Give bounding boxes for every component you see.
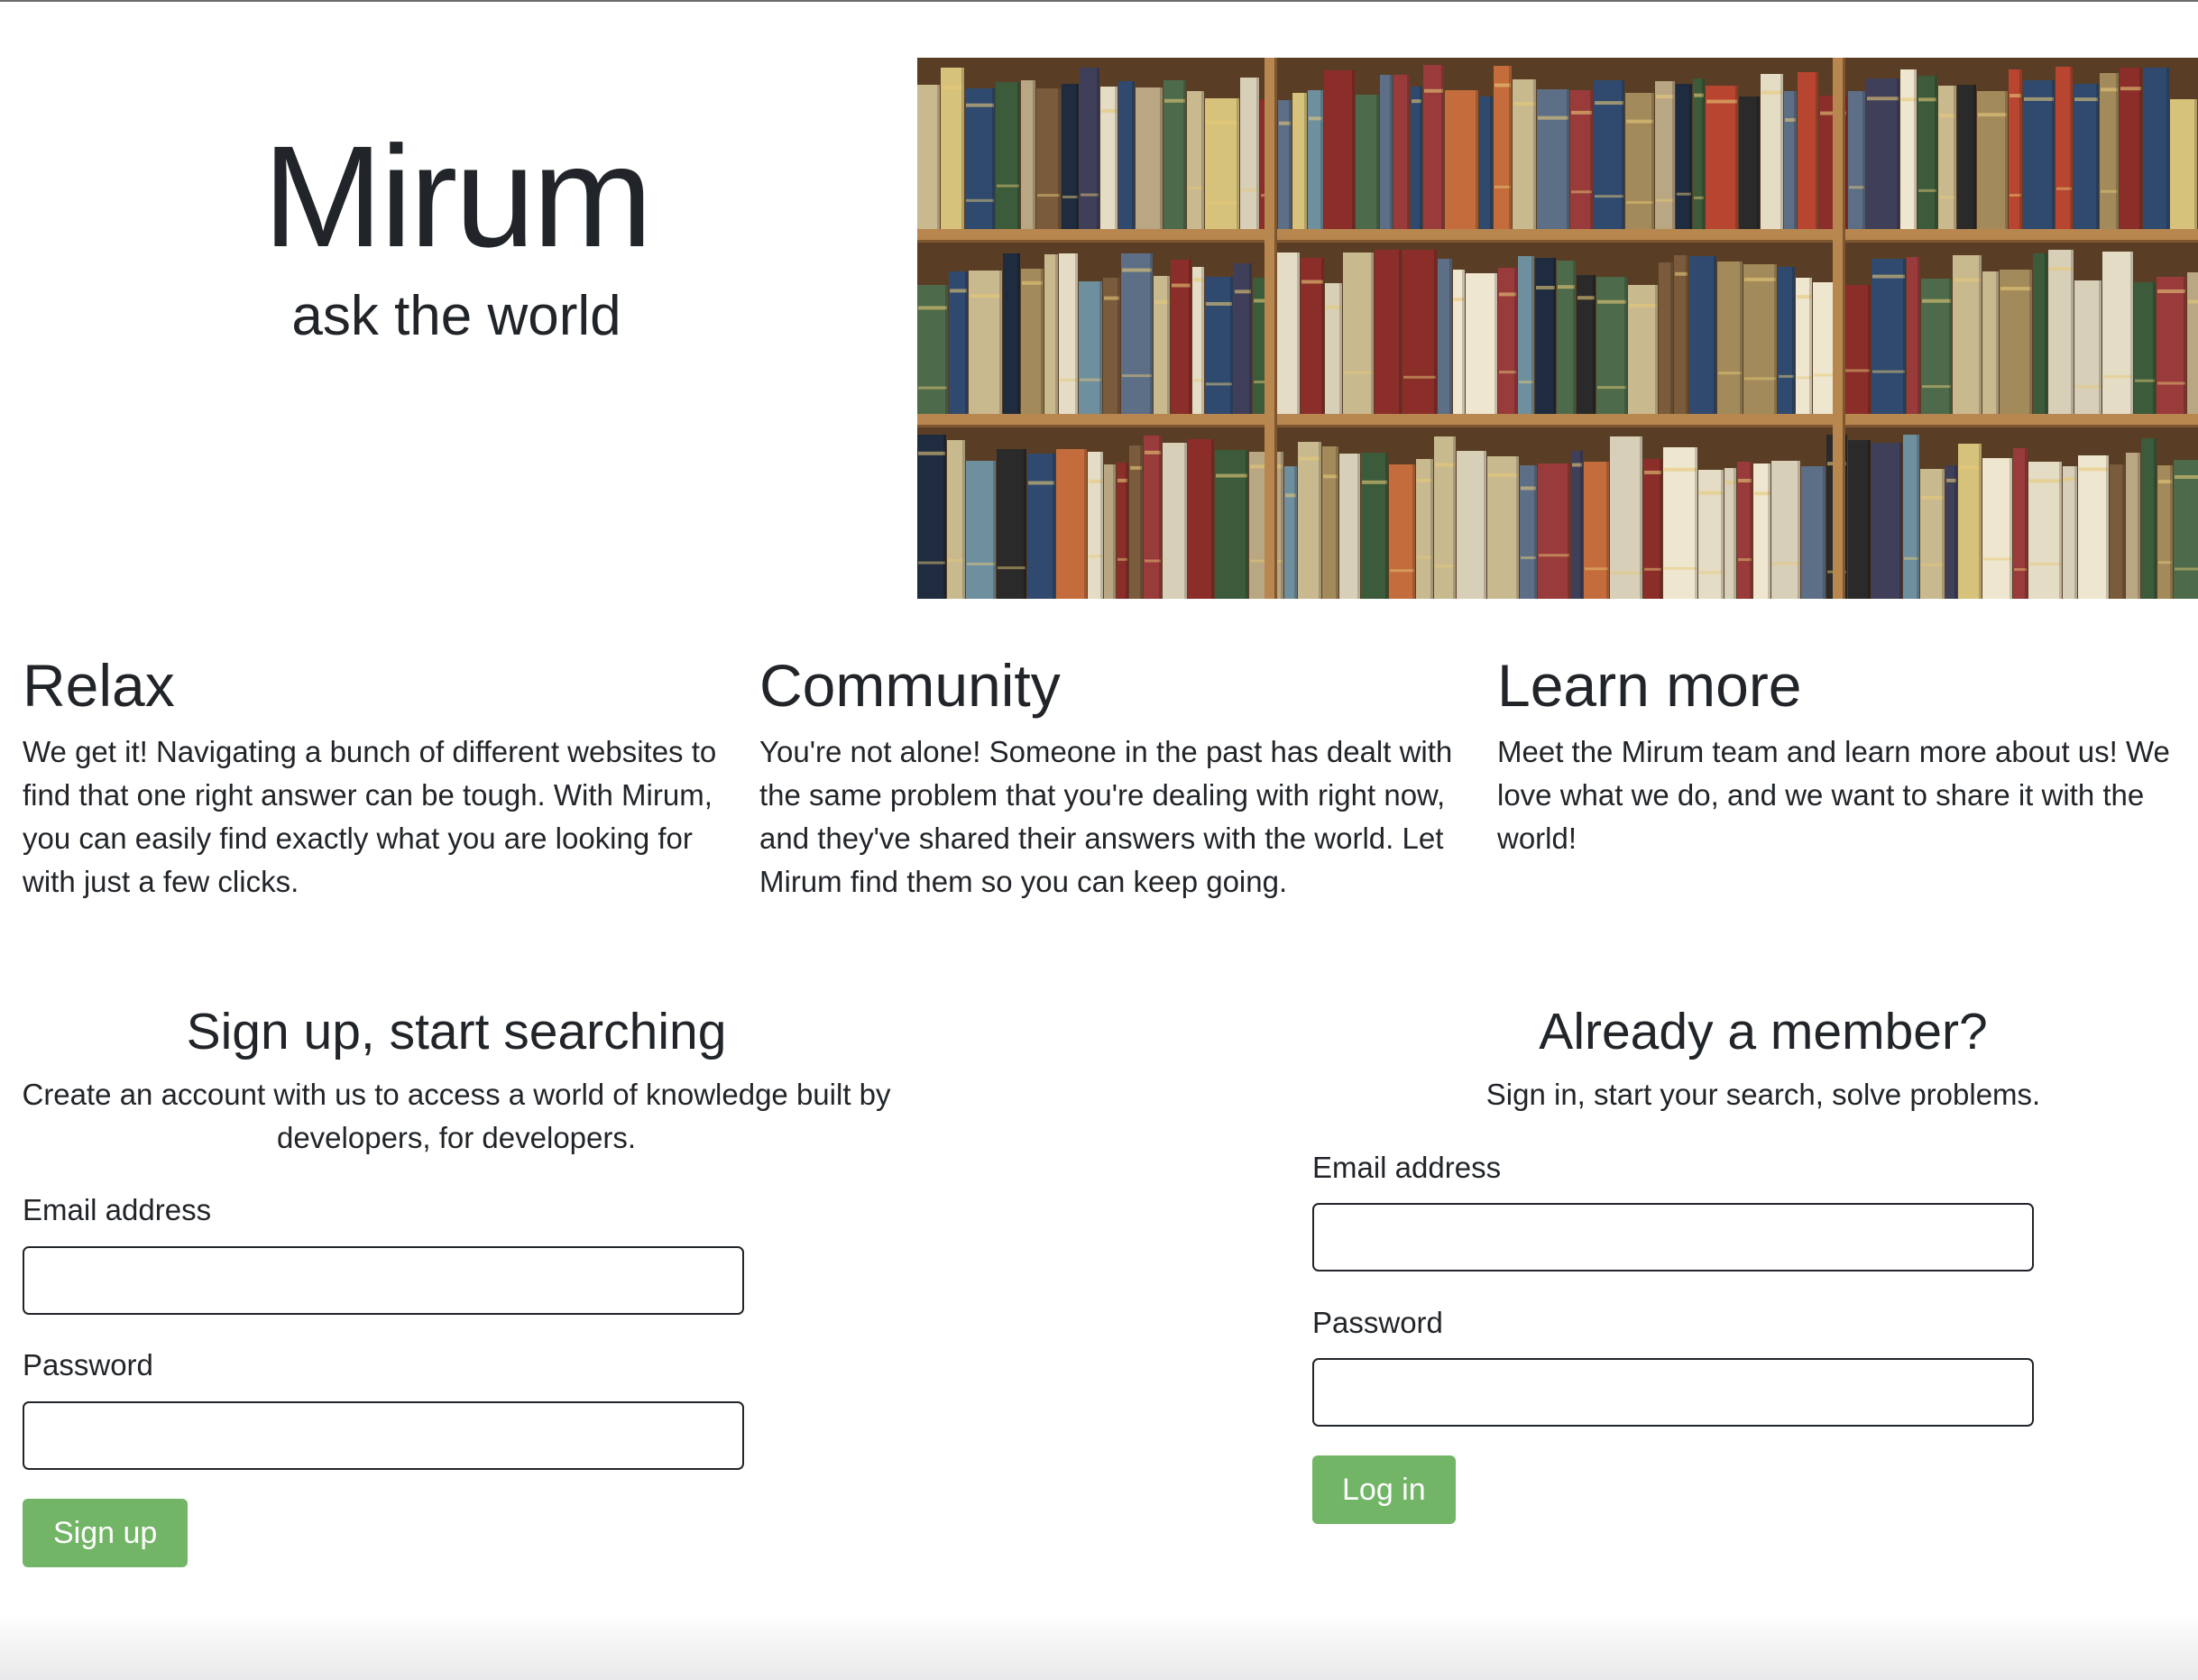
login-email-label: Email address — [1312, 1151, 1502, 1184]
signup-email-input[interactable] — [23, 1246, 744, 1315]
page-footer-shade — [0, 1614, 2198, 1680]
signup-button[interactable]: Sign up — [23, 1499, 189, 1567]
feature-description: You're not alone! Someone in the past ha… — [759, 735, 1453, 898]
signup-heading: Sign up, start searching — [186, 1003, 727, 1060]
login-button[interactable]: Log in — [1312, 1455, 1456, 1524]
feature-title: Relax — [23, 652, 175, 719]
site-tagline: ask the world — [291, 285, 621, 347]
login-password-label: Password — [1312, 1306, 1443, 1339]
site-title: Mirum — [262, 115, 652, 277]
login-email-input[interactable] — [1312, 1203, 2034, 1271]
signup-email-label: Email address — [23, 1193, 212, 1226]
feature-description: Meet the Mirum team and learn more about… — [1497, 735, 2170, 855]
feature-description: We get it! Navigating a bunch of differe… — [23, 735, 717, 898]
login-password-input[interactable] — [1312, 1358, 2034, 1427]
signup-password-input[interactable] — [23, 1401, 744, 1470]
login-lead: Sign in, start your search, solve proble… — [1485, 1078, 2041, 1111]
top-border — [0, 0, 2198, 2]
bookshelf-image — [917, 58, 2198, 599]
signup-lead: Create an account with us to access a wo… — [22, 1078, 891, 1154]
feature-relax: Relax We get it! Navigating a bunch of d… — [23, 647, 717, 904]
signup-password-label: Password — [23, 1348, 153, 1382]
feature-title: Learn more — [1497, 652, 1802, 719]
feature-community: Community You're not alone! Someone in t… — [759, 647, 1454, 904]
feature-learn-more: Learn more Meet the Mirum team and learn… — [1497, 647, 2192, 860]
login-heading: Already a member? — [1539, 1003, 1988, 1060]
feature-title: Community — [759, 652, 1061, 719]
